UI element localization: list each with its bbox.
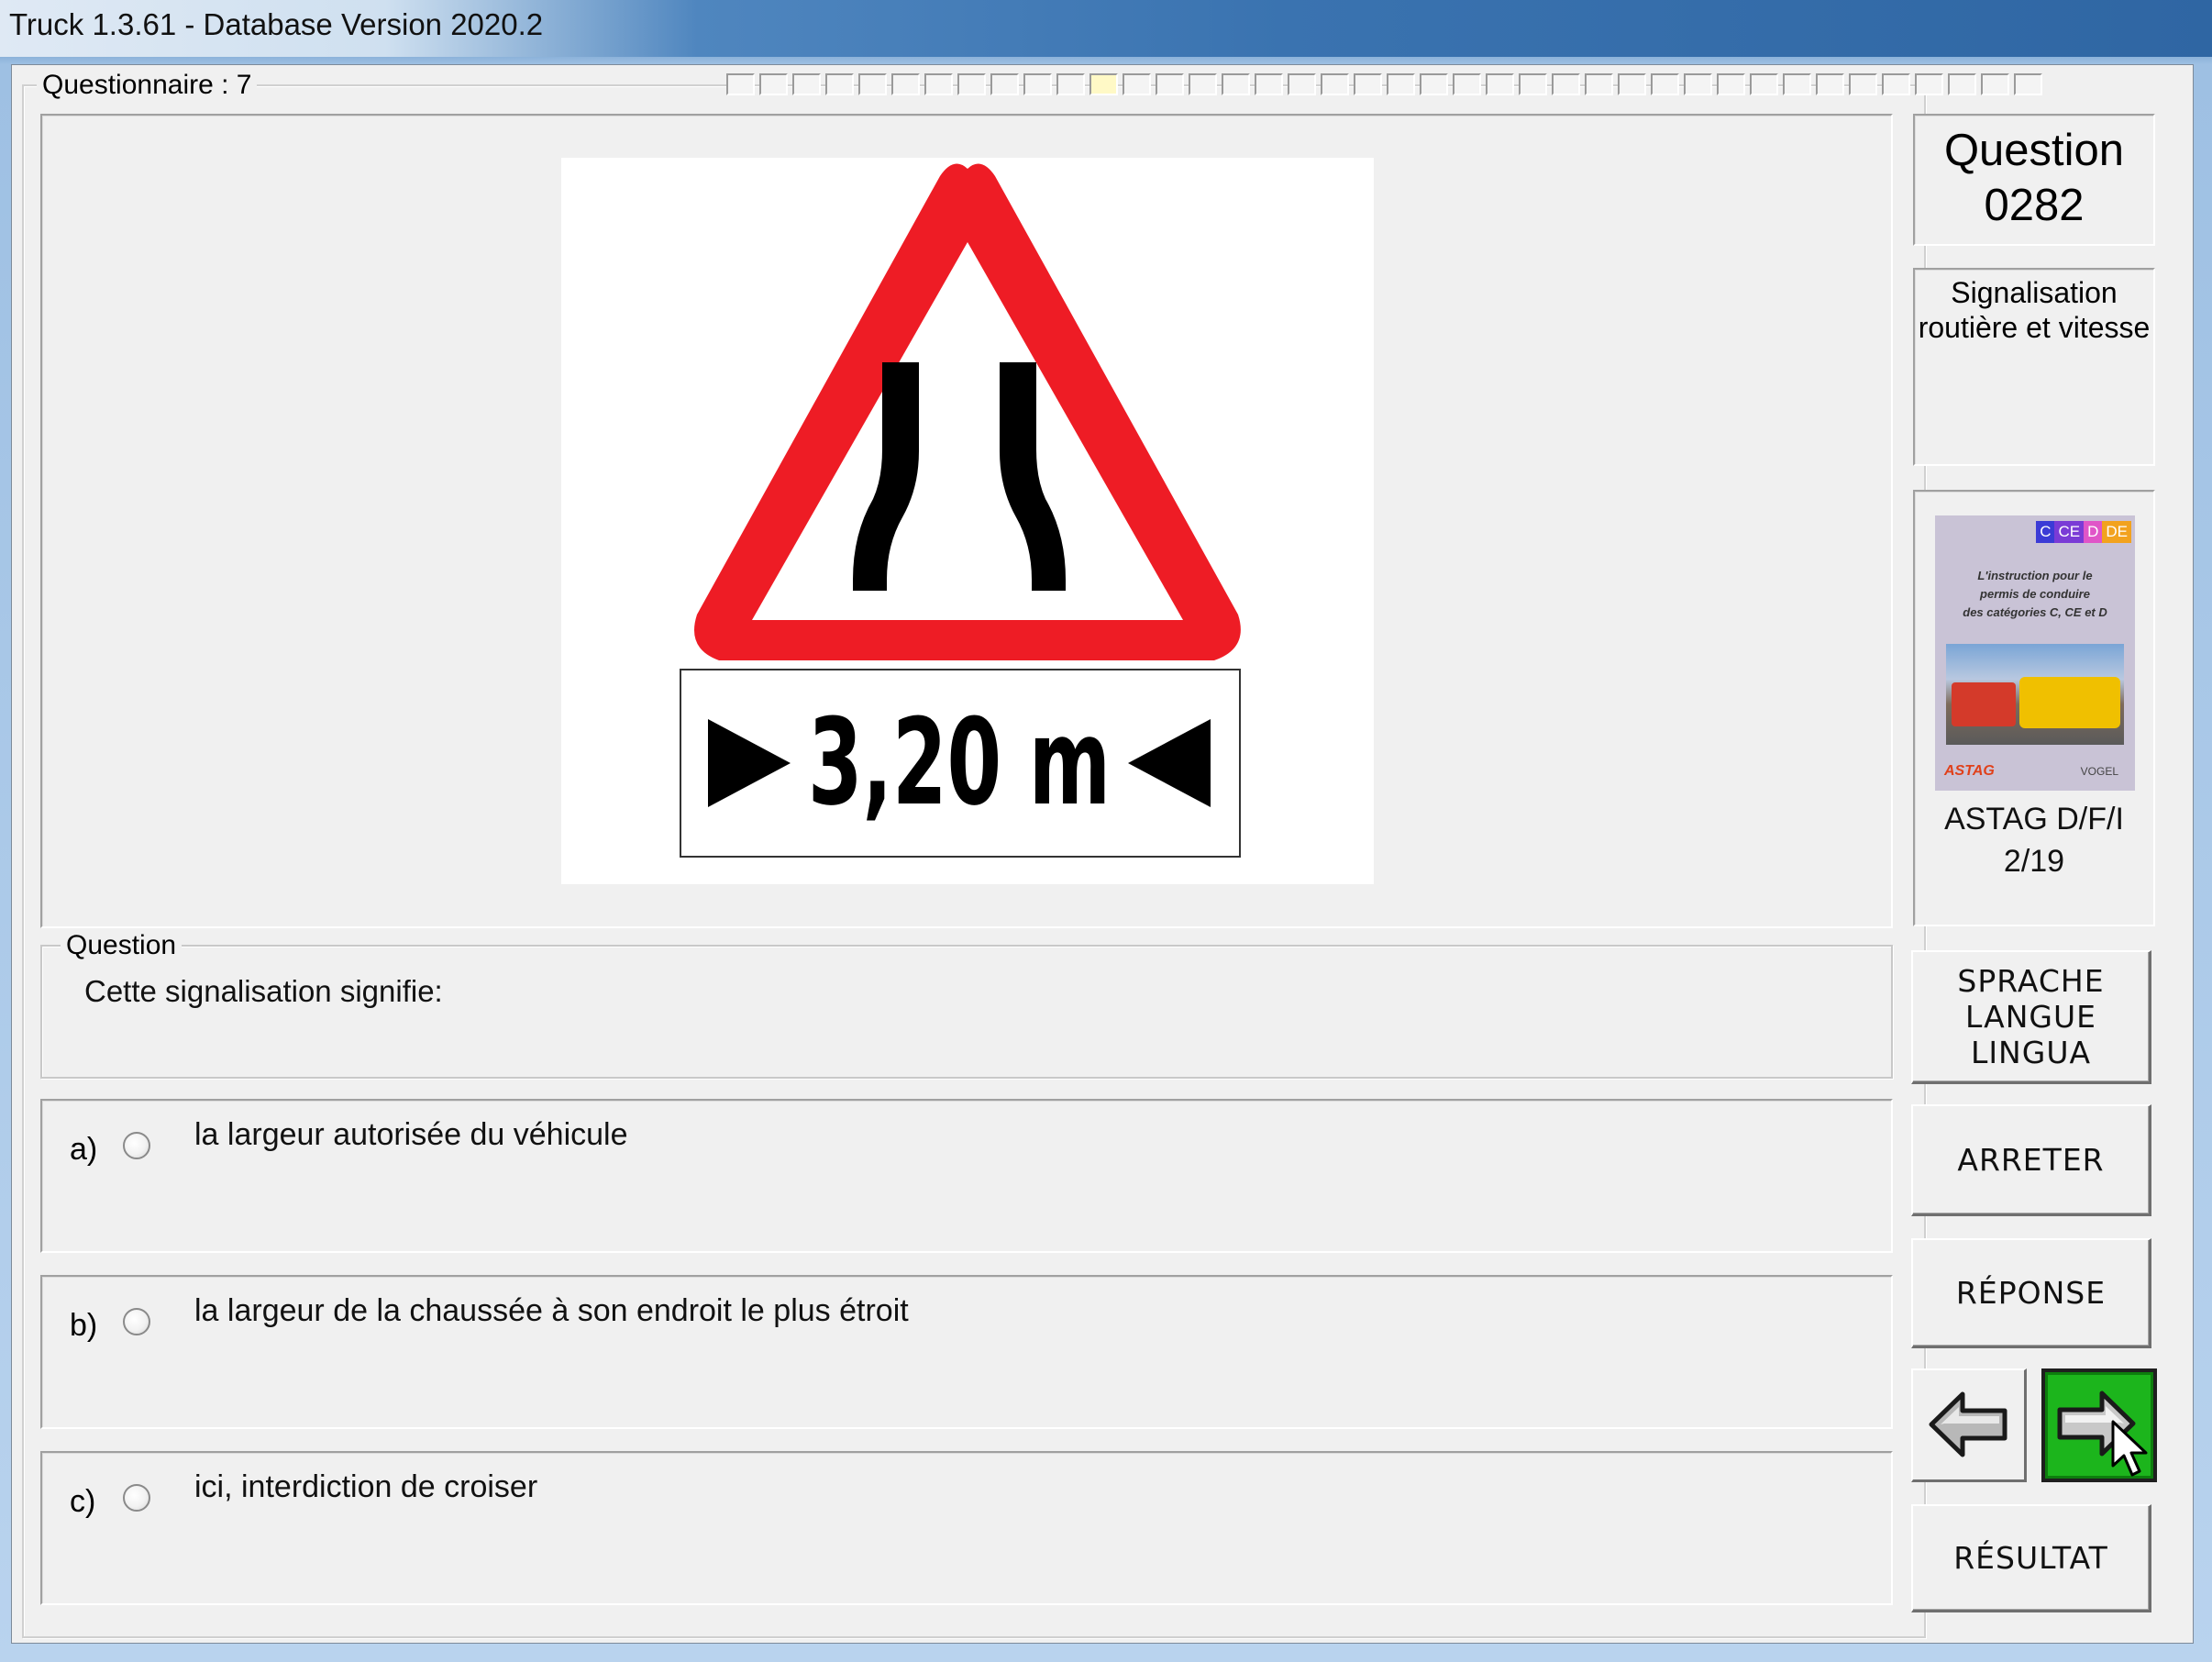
progress-cell xyxy=(1156,73,1184,95)
book-category-tags: C CE D DE xyxy=(2036,521,2131,543)
progress-cell xyxy=(1684,73,1712,95)
progress-cell-current xyxy=(1089,73,1118,95)
previous-button[interactable] xyxy=(1911,1368,2027,1482)
answer-radio[interactable] xyxy=(123,1308,150,1335)
answer-c[interactable]: c) ici, interdiction de croiser xyxy=(40,1451,1893,1605)
book-cover-photo xyxy=(1946,644,2124,745)
progress-cell xyxy=(1948,73,1976,95)
progress-cell xyxy=(1618,73,1646,95)
progress-cell xyxy=(1288,73,1316,95)
progress-cell xyxy=(1123,73,1151,95)
answer-radio[interactable] xyxy=(123,1484,150,1512)
question-group xyxy=(40,945,1893,1079)
progress-cell xyxy=(1783,73,1811,95)
answer-letter: c) xyxy=(70,1484,96,1519)
progress-cell xyxy=(858,73,887,95)
book-caption-line-2: 2/19 xyxy=(2003,844,2065,879)
question-number-label: Question xyxy=(1943,126,2125,175)
book-tag: D xyxy=(2084,521,2103,543)
progress-cell xyxy=(2014,73,2042,95)
answer-letter: a) xyxy=(70,1132,98,1167)
book-publisher-right: VOGEL xyxy=(2080,765,2118,778)
answer-text[interactable]: la largeur de la chaussée à son endroit … xyxy=(194,1293,909,1329)
book-caption: ASTAG D/F/I 2/19 xyxy=(1915,798,2153,882)
book-tag: DE xyxy=(2102,521,2131,543)
sign-distance-text: 3,20 m xyxy=(808,692,1111,832)
progress-cell xyxy=(1651,73,1679,95)
progress-cell xyxy=(1519,73,1547,95)
progress-cell xyxy=(825,73,854,95)
progress-cell xyxy=(1981,73,2009,95)
progress-cell xyxy=(957,73,986,95)
result-button[interactable]: RÉSULTAT xyxy=(1911,1504,2151,1612)
book-cover-image: C CE D DE L'instruction pour le permis d… xyxy=(1935,515,2135,791)
progress-cell xyxy=(726,73,755,95)
answer-text[interactable]: ici, interdiction de croiser xyxy=(194,1469,537,1505)
language-button[interactable]: SPRACHE LANGUE LINGUA xyxy=(1911,950,2151,1084)
progress-cell xyxy=(1849,73,1877,95)
answer-radio[interactable] xyxy=(123,1132,150,1159)
question-progress-bar xyxy=(726,73,2042,97)
narrowing-road-sign-icon: 3,20 m xyxy=(680,163,1241,858)
category-box: Signalisation routière et vitesse xyxy=(1913,268,2155,466)
progress-cell xyxy=(1189,73,1217,95)
arrow-left-icon xyxy=(1929,1391,2007,1457)
answer-text[interactable]: la largeur autorisée du véhicule xyxy=(194,1117,628,1153)
language-label-it: LINGUA xyxy=(1970,1035,2092,1070)
book-cover-line: permis de conduire xyxy=(1980,587,2090,601)
answer-button[interactable]: RÉPONSE xyxy=(1911,1238,2151,1348)
category-line-1: Signalisation xyxy=(1951,276,2118,309)
progress-cell xyxy=(1552,73,1580,95)
progress-cell xyxy=(1486,73,1514,95)
category-line-2: routière et vitesse xyxy=(1918,311,2151,344)
progress-cell xyxy=(1750,73,1778,95)
language-label-de: SPRACHE xyxy=(1957,963,2105,999)
progress-cell xyxy=(1354,73,1382,95)
mouse-cursor-icon xyxy=(2111,1420,2148,1477)
book-reference-box: C CE D DE L'instruction pour le permis d… xyxy=(1913,490,2155,926)
bus-shape xyxy=(2019,677,2120,728)
progress-cell xyxy=(1056,73,1085,95)
question-text: Cette signalisation signifie: xyxy=(84,974,443,1008)
progress-cell xyxy=(1321,73,1349,95)
answer-letter: b) xyxy=(70,1308,98,1343)
stop-button[interactable]: ARRETER xyxy=(1911,1104,2151,1216)
progress-cell xyxy=(891,73,920,95)
progress-cell xyxy=(1915,73,1943,95)
book-tag: C xyxy=(2036,521,2055,543)
app-window: Truck 1.3.61 - Database Version 2020.2 Q… xyxy=(0,0,2212,1662)
progress-cell xyxy=(792,73,821,95)
book-cover-text: L'instruction pour le permis de conduire… xyxy=(1935,567,2135,622)
progress-cell xyxy=(1816,73,1844,95)
progress-cell xyxy=(990,73,1019,95)
book-cover-line: L'instruction pour le xyxy=(1977,569,2093,582)
question-number-box: Question 0282 xyxy=(1913,114,2155,246)
book-tag: CE xyxy=(2054,521,2085,543)
answer-b[interactable]: b) la largeur de la chaussée à son endro… xyxy=(40,1275,1893,1429)
title-bar[interactable]: Truck 1.3.61 - Database Version 2020.2 xyxy=(0,0,2212,57)
book-publisher-left: ASTAG xyxy=(1944,763,1995,779)
question-legend: Question xyxy=(61,932,182,959)
traffic-sign-image: 3,20 m xyxy=(561,158,1374,884)
progress-cell xyxy=(1387,73,1415,95)
window-title: Truck 1.3.61 - Database Version 2020.2 xyxy=(9,7,544,41)
progress-cell xyxy=(1023,73,1052,95)
book-cover-line: des catégories C, CE et D xyxy=(1963,605,2107,619)
progress-cell xyxy=(924,73,953,95)
question-number: 0282 xyxy=(1984,181,2085,230)
progress-cell xyxy=(1585,73,1613,95)
progress-cell xyxy=(1420,73,1448,95)
language-label-fr: LANGUE xyxy=(1965,999,2096,1035)
progress-cell xyxy=(1453,73,1481,95)
truck-shape xyxy=(1952,682,2016,726)
progress-cell xyxy=(1882,73,1910,95)
progress-cell xyxy=(1255,73,1283,95)
answer-a[interactable]: a) la largeur autorisée du véhicule xyxy=(40,1099,1893,1253)
progress-cell xyxy=(759,73,788,95)
questionnaire-label: Questionnaire : 7 xyxy=(37,72,258,99)
book-caption-line-1: ASTAG D/F/I xyxy=(1944,802,2124,837)
progress-cell xyxy=(1222,73,1250,95)
progress-cell xyxy=(1717,73,1745,95)
